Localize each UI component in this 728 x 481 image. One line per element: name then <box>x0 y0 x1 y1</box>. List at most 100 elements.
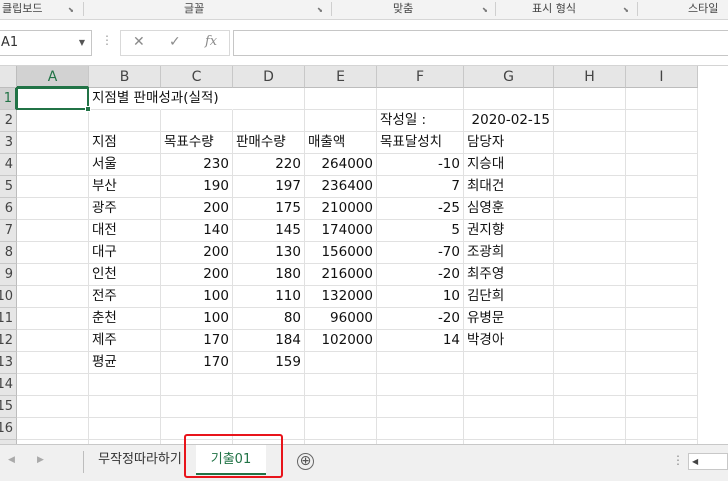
cell[interactable] <box>464 418 554 440</box>
cell[interactable]: 14 <box>377 330 464 352</box>
cell[interactable] <box>377 352 464 374</box>
cell[interactable] <box>17 264 89 286</box>
cell[interactable] <box>233 110 305 132</box>
row-header-16[interactable]: 16 <box>0 418 17 440</box>
cell[interactable]: 춘천 <box>89 308 161 330</box>
cell[interactable]: 대전 <box>89 220 161 242</box>
cell[interactable] <box>554 374 626 396</box>
cell[interactable] <box>464 352 554 374</box>
row-header-1[interactable]: 1 <box>0 88 17 110</box>
cell[interactable] <box>626 418 698 440</box>
cell[interactable] <box>626 242 698 264</box>
scroll-right-icon[interactable]: ▶ <box>37 455 44 465</box>
cell[interactable] <box>554 264 626 286</box>
row-header-13[interactable]: 13 <box>0 352 17 374</box>
row-header-11[interactable]: 11 <box>0 308 17 330</box>
column-header-f[interactable]: F <box>377 66 464 88</box>
cell[interactable]: 목표달성치 <box>377 132 464 154</box>
row-header-8[interactable]: 8 <box>0 242 17 264</box>
cancel-icon[interactable]: ✕ <box>133 34 145 50</box>
cell[interactable]: 170 <box>161 330 233 352</box>
cell[interactable] <box>626 110 698 132</box>
cell[interactable] <box>626 132 698 154</box>
dialog-launcher-icon[interactable]: ⬊ <box>481 6 490 15</box>
cell[interactable] <box>161 88 233 110</box>
cell[interactable]: 5 <box>377 220 464 242</box>
cell[interactable] <box>17 308 89 330</box>
cell[interactable] <box>17 132 89 154</box>
dialog-launcher-icon[interactable]: ⬊ <box>622 6 631 15</box>
cell[interactable] <box>17 418 89 440</box>
column-header-d[interactable]: D <box>233 66 305 88</box>
cell[interactable]: -10 <box>377 154 464 176</box>
cell[interactable] <box>89 110 161 132</box>
cell[interactable] <box>17 110 89 132</box>
select-all-button[interactable] <box>0 66 17 88</box>
cell[interactable] <box>233 88 305 110</box>
cell[interactable] <box>305 88 377 110</box>
cell[interactable] <box>17 220 89 242</box>
more-options-icon[interactable]: ⋮ <box>101 33 113 47</box>
cell[interactable]: 100 <box>161 286 233 308</box>
cell[interactable]: 100 <box>161 308 233 330</box>
add-sheet-icon[interactable]: ⊕ <box>297 453 314 470</box>
row-header-14[interactable]: 14 <box>0 374 17 396</box>
cell[interactable] <box>626 220 698 242</box>
cell[interactable]: 200 <box>161 198 233 220</box>
cell[interactable] <box>305 374 377 396</box>
cell[interactable]: 180 <box>233 264 305 286</box>
scroll-left-icon[interactable]: ◀ <box>8 455 15 465</box>
cell[interactable] <box>17 286 89 308</box>
cell[interactable]: 159 <box>233 352 305 374</box>
row-header-12[interactable]: 12 <box>0 330 17 352</box>
cell[interactable]: 최대건 <box>464 176 554 198</box>
cell[interactable] <box>17 198 89 220</box>
column-header-g[interactable]: G <box>464 66 554 88</box>
cell[interactable]: 220 <box>233 154 305 176</box>
cell[interactable]: 2020-02-15 <box>464 110 554 132</box>
cell[interactable] <box>554 418 626 440</box>
cell[interactable] <box>464 88 554 110</box>
cell[interactable] <box>17 88 89 110</box>
cell[interactable]: 지점 <box>89 132 161 154</box>
cell[interactable]: 인천 <box>89 264 161 286</box>
cell[interactable] <box>17 330 89 352</box>
cell[interactable]: 130 <box>233 242 305 264</box>
cell[interactable]: 목표수량 <box>161 132 233 154</box>
column-header-a[interactable]: A <box>17 66 89 88</box>
cell[interactable]: 10 <box>377 286 464 308</box>
cell[interactable]: 전주 <box>89 286 161 308</box>
cell[interactable]: 170 <box>161 352 233 374</box>
cell[interactable]: 197 <box>233 176 305 198</box>
cell[interactable] <box>626 374 698 396</box>
cell[interactable] <box>626 396 698 418</box>
cell[interactable]: -25 <box>377 198 464 220</box>
cell[interactable] <box>626 352 698 374</box>
cell[interactable]: 156000 <box>305 242 377 264</box>
column-header-e[interactable]: E <box>305 66 377 88</box>
more-options-icon[interactable]: ⋮ <box>672 453 684 467</box>
cell[interactable] <box>17 176 89 198</box>
cell[interactable]: 평균 <box>89 352 161 374</box>
cell[interactable] <box>233 396 305 418</box>
cell[interactable]: 부산 <box>89 176 161 198</box>
cell[interactable]: 236400 <box>305 176 377 198</box>
row-header-5[interactable]: 5 <box>0 176 17 198</box>
cell[interactable]: 140 <box>161 220 233 242</box>
row-header-4[interactable]: 4 <box>0 154 17 176</box>
cell[interactable]: 216000 <box>305 264 377 286</box>
row-header-9[interactable]: 9 <box>0 264 17 286</box>
dialog-launcher-icon[interactable]: ⬊ <box>316 6 325 15</box>
cell[interactable] <box>377 396 464 418</box>
cell[interactable] <box>554 132 626 154</box>
cell[interactable] <box>464 396 554 418</box>
cell[interactable] <box>305 418 377 440</box>
cell[interactable]: 145 <box>233 220 305 242</box>
cell[interactable]: 조광희 <box>464 242 554 264</box>
cell[interactable] <box>554 330 626 352</box>
chevron-down-icon[interactable]: ▼ <box>79 31 85 55</box>
cell[interactable]: 제주 <box>89 330 161 352</box>
cell[interactable] <box>17 374 89 396</box>
cell[interactable] <box>554 88 626 110</box>
row-header-10[interactable]: 10 <box>0 286 17 308</box>
